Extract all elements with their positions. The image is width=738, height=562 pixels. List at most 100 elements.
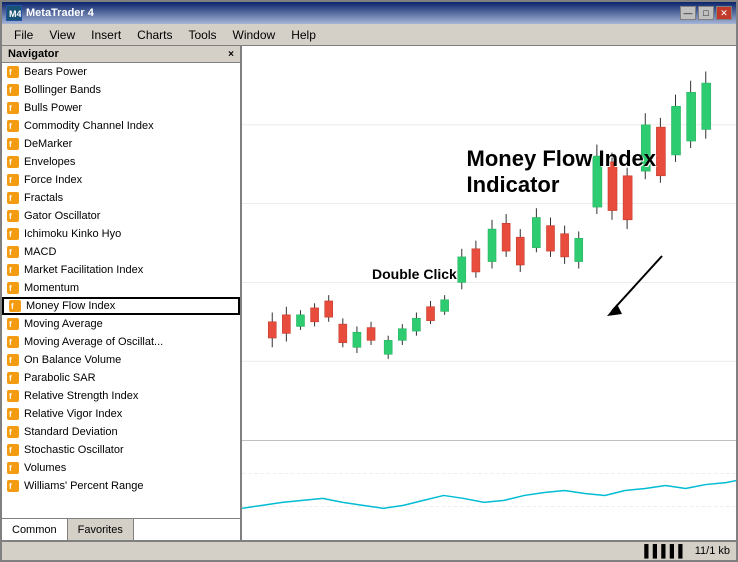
svg-text:f: f (11, 302, 14, 311)
navigator-label: Navigator (8, 48, 59, 60)
indicator-icon: f (6, 101, 20, 115)
nav-item-relative-strength[interactable]: f Relative Strength Index (2, 387, 240, 405)
candlestick-chart (242, 46, 736, 440)
nav-item-relative-vigor[interactable]: f Relative Vigor Index (2, 405, 240, 423)
indicator-icon: f (6, 371, 20, 385)
nav-item-envelopes[interactable]: f Envelopes (2, 153, 240, 171)
nav-item-bears-power[interactable]: f Bears Power (2, 63, 240, 81)
svg-text:f: f (9, 320, 12, 329)
menu-insert[interactable]: Insert (83, 26, 129, 44)
indicator-icon: f (6, 173, 20, 187)
nav-item-on-balance-volume[interactable]: f On Balance Volume (2, 351, 240, 369)
indicator-icon: f (6, 425, 20, 439)
nav-item-bulls-power[interactable]: f Bulls Power (2, 99, 240, 117)
chart-area[interactable]: Money Flow IndexIndicator Double Click (242, 46, 736, 540)
window-title: MetaTrader 4 (26, 7, 94, 19)
indicator-icon: f (6, 245, 20, 259)
navigator-title-bar: Navigator × (2, 46, 240, 63)
nav-item-gator-oscillator[interactable]: f Gator Oscillator (2, 207, 240, 225)
indicator-icon: f (6, 353, 20, 367)
close-button[interactable]: ✕ (716, 6, 732, 20)
indicator-icon: f (6, 119, 20, 133)
svg-text:f: f (9, 284, 12, 293)
main-window: M4 MetaTrader 4 — □ ✕ File View Insert C… (0, 0, 738, 562)
double-click-label: Double Click (372, 266, 457, 282)
svg-text:f: f (9, 158, 12, 167)
svg-text:f: f (9, 230, 12, 239)
navigator-close-button[interactable]: × (228, 49, 234, 60)
svg-text:M4: M4 (9, 9, 21, 19)
status-bar: ▌▌▌▌▌ 11/1 kb (2, 540, 736, 560)
svg-text:f: f (9, 194, 12, 203)
nav-item-stochastic-oscillator[interactable]: f Stochastic Oscillator (2, 441, 240, 459)
nav-item-momentum[interactable]: f Momentum (2, 279, 240, 297)
title-bar-left: M4 MetaTrader 4 (6, 5, 94, 21)
nav-item-moving-average[interactable]: f Moving Average (2, 315, 240, 333)
svg-text:f: f (9, 176, 12, 185)
svg-text:f: f (9, 482, 12, 491)
nav-item-commodity-channel-index[interactable]: f Commodity Channel Index (2, 117, 240, 135)
svg-text:f: f (9, 446, 12, 455)
indicator-icon: f (6, 263, 20, 277)
indicator-icon: f (6, 389, 20, 403)
svg-text:f: f (9, 140, 12, 149)
menu-charts[interactable]: Charts (129, 26, 180, 44)
nav-item-williams-percent[interactable]: f Williams' Percent Range (2, 477, 240, 495)
svg-text:f: f (9, 410, 12, 419)
menu-bar: File View Insert Charts Tools Window Hel… (2, 24, 736, 46)
svg-text:f: f (9, 104, 12, 113)
menu-file[interactable]: File (6, 26, 41, 44)
indicator-icon: f (6, 479, 20, 493)
title-bar: M4 MetaTrader 4 — □ ✕ (2, 2, 736, 24)
nav-item-ichimoku[interactable]: f Ichimoku Kinko Hyo (2, 225, 240, 243)
menu-help[interactable]: Help (283, 26, 324, 44)
svg-text:f: f (9, 392, 12, 401)
nav-item-standard-deviation[interactable]: f Standard Deviation (2, 423, 240, 441)
nav-item-market-facilitation[interactable]: f Market Facilitation Index (2, 261, 240, 279)
minimize-button[interactable]: — (680, 6, 696, 20)
nav-item-moving-avg-oscillator[interactable]: f Moving Average of Oscillat... (2, 333, 240, 351)
indicator-chart (242, 441, 736, 540)
nav-item-parabolic-sar[interactable]: f Parabolic SAR (2, 369, 240, 387)
svg-text:f: f (9, 356, 12, 365)
chart-annotation: Money Flow IndexIndicator (467, 146, 656, 199)
menu-view[interactable]: View (41, 26, 83, 44)
svg-text:f: f (9, 374, 12, 383)
tab-favorites[interactable]: Favorites (68, 519, 134, 540)
navigator-list[interactable]: f Bears Power f Bollinger Bands f Bulls … (2, 63, 240, 518)
svg-text:f: f (9, 68, 12, 77)
indicator-icon: f (8, 299, 22, 313)
status-icon: ▌▌▌▌▌ (644, 544, 687, 558)
nav-item-money-flow-index[interactable]: f Money Flow Index (2, 297, 240, 315)
nav-item-macd[interactable]: f MACD (2, 243, 240, 261)
menu-tools[interactable]: Tools (181, 26, 225, 44)
svg-text:f: f (9, 248, 12, 257)
nav-item-bollinger-bands[interactable]: f Bollinger Bands (2, 81, 240, 99)
indicator-icon: f (6, 137, 20, 151)
indicator-area (242, 440, 736, 540)
indicator-icon: f (6, 83, 20, 97)
indicator-icon: f (6, 155, 20, 169)
svg-text:f: f (9, 266, 12, 275)
svg-text:f: f (9, 428, 12, 437)
indicator-icon: f (6, 191, 20, 205)
indicator-icon: f (6, 461, 20, 475)
nav-item-volumes[interactable]: f Volumes (2, 459, 240, 477)
nav-item-demarker[interactable]: f DeMarker (2, 135, 240, 153)
maximize-button[interactable]: □ (698, 6, 714, 20)
nav-item-force-index[interactable]: f Force Index (2, 171, 240, 189)
nav-item-fractals[interactable]: f Fractals (2, 189, 240, 207)
svg-text:f: f (9, 86, 12, 95)
indicator-icon: f (6, 407, 20, 421)
svg-text:f: f (9, 338, 12, 347)
indicator-icon: f (6, 65, 20, 79)
menu-window[interactable]: Window (225, 26, 284, 44)
chart-canvas[interactable]: Money Flow IndexIndicator Double Click (242, 46, 736, 440)
indicator-icon: f (6, 443, 20, 457)
app-icon: M4 (6, 5, 22, 21)
svg-text:f: f (9, 464, 12, 473)
svg-text:f: f (9, 212, 12, 221)
title-controls: — □ ✕ (680, 6, 732, 20)
status-info: 11/1 kb (695, 545, 730, 557)
tab-common[interactable]: Common (2, 519, 68, 540)
